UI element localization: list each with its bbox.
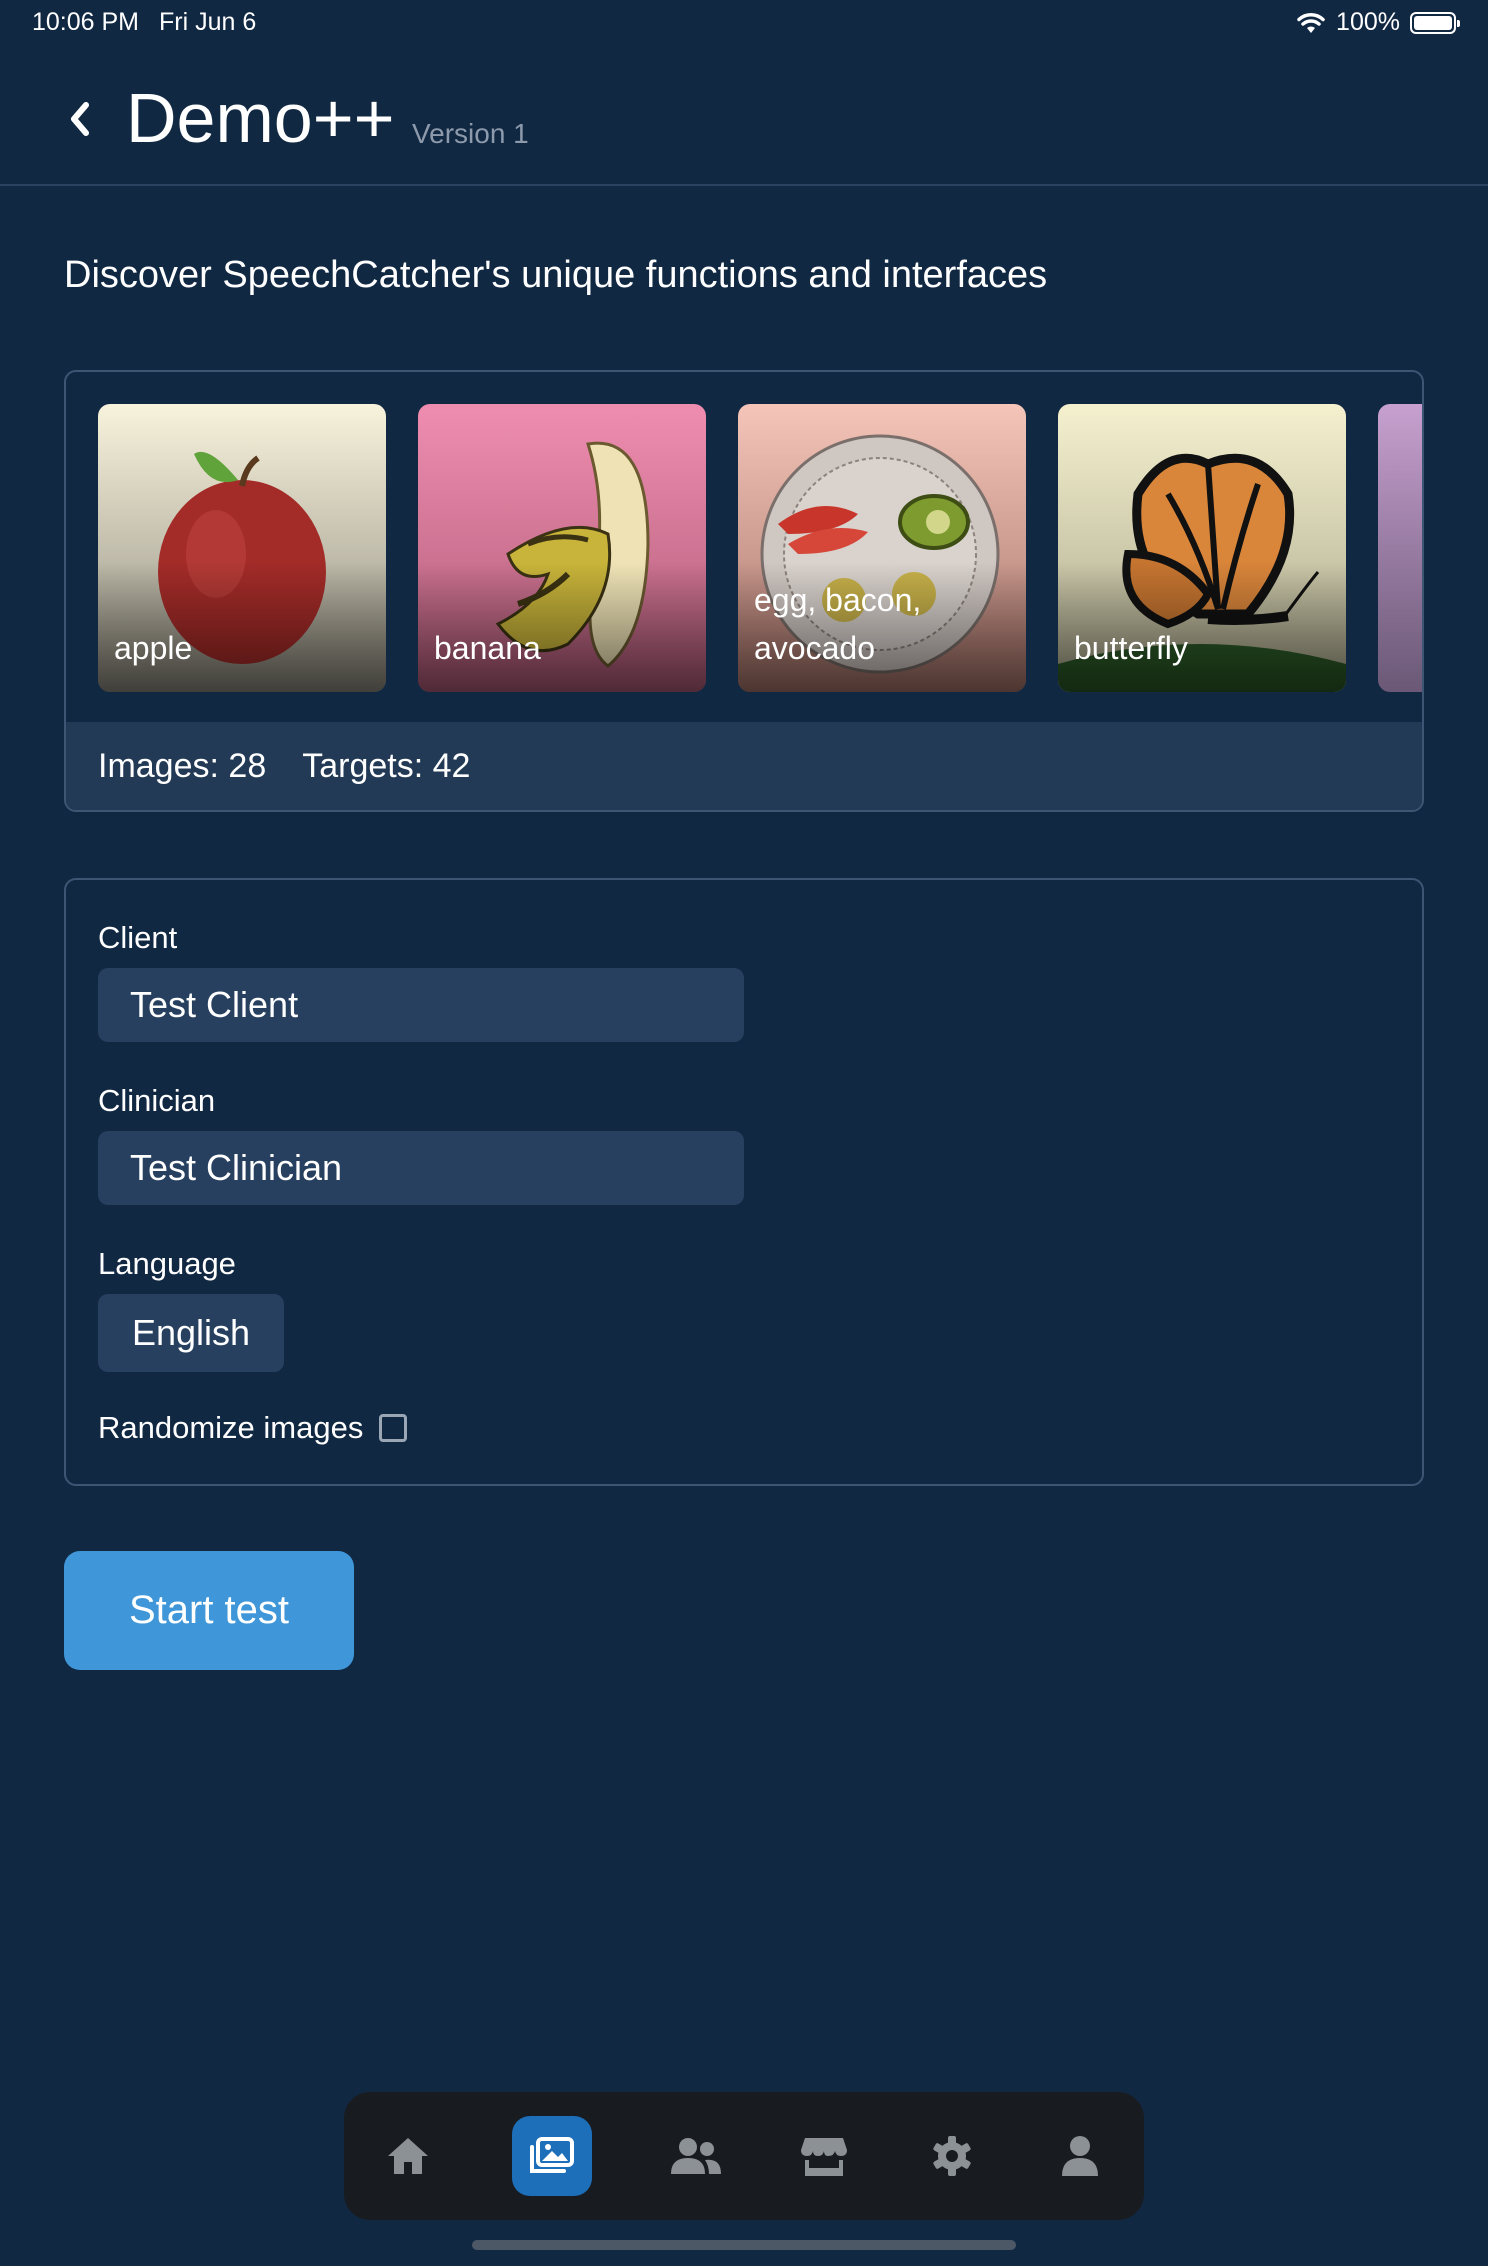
tile-label: butterfly bbox=[1074, 630, 1188, 666]
client-field[interactable]: Test Client bbox=[98, 968, 744, 1042]
tab-images[interactable] bbox=[512, 2116, 592, 2196]
battery-icon bbox=[1410, 11, 1460, 34]
targets-stat: Targets: 42 bbox=[302, 747, 470, 786]
battery-percent: 100% bbox=[1336, 8, 1400, 36]
tab-home[interactable] bbox=[368, 2116, 448, 2196]
store-icon bbox=[801, 2138, 847, 2176]
images-stat: Images: 28 bbox=[98, 747, 266, 786]
gear-icon bbox=[933, 2136, 971, 2176]
image-tile-apple[interactable]: apple bbox=[98, 404, 386, 692]
image-tile-butterfly[interactable]: butterfly bbox=[1058, 404, 1346, 692]
images-count: 28 bbox=[228, 746, 267, 785]
tab-bar bbox=[344, 2092, 1144, 2220]
page-title: Demo++ bbox=[126, 79, 395, 157]
image-tile-egg-bacon-avocado[interactable]: egg, bacon, avocado bbox=[738, 404, 1026, 692]
header-divider bbox=[0, 184, 1488, 186]
tab-profile[interactable] bbox=[1040, 2116, 1120, 2196]
status-time: 10:06 PM bbox=[32, 8, 140, 36]
client-label: Client bbox=[98, 920, 178, 955]
tab-users[interactable] bbox=[656, 2116, 736, 2196]
randomize-images-row[interactable]: Randomize images bbox=[98, 1410, 408, 1446]
clinician-field[interactable]: Test Clinician bbox=[98, 1131, 744, 1205]
tile-label: apple bbox=[114, 630, 193, 666]
home-indicator bbox=[472, 2240, 1016, 2250]
image-set-stats: Images: 28 Targets: 42 bbox=[66, 722, 1422, 810]
targets-count: 42 bbox=[432, 746, 471, 785]
tab-store[interactable] bbox=[784, 2116, 864, 2196]
page-subtitle: Discover SpeechCatcher's unique function… bbox=[64, 254, 1048, 296]
status-right: 100% bbox=[1296, 8, 1460, 37]
randomize-images-label: Randomize images bbox=[98, 1410, 364, 1445]
image-tile-banana[interactable]: banana bbox=[418, 404, 706, 692]
language-label: Language bbox=[98, 1246, 236, 1281]
session-settings-card: Client Test Client Clinician Test Clinic… bbox=[64, 878, 1424, 1486]
image-tile-partial[interactable] bbox=[1378, 404, 1422, 692]
wifi-icon bbox=[1297, 12, 1325, 33]
image-carousel[interactable]: apple banana egg, bacon, avocado butterf… bbox=[98, 404, 1422, 692]
chevron-left-icon bbox=[71, 102, 89, 136]
images-label: Images: bbox=[98, 746, 219, 785]
clinician-label: Clinician bbox=[98, 1083, 216, 1118]
images-icon bbox=[530, 2137, 574, 2173]
start-test-button[interactable]: Start test bbox=[64, 1551, 354, 1670]
tile-label: egg, bacon, avocado bbox=[754, 582, 922, 666]
user-icon bbox=[1062, 2136, 1098, 2176]
back-button[interactable] bbox=[60, 92, 100, 146]
tab-settings[interactable] bbox=[912, 2116, 992, 2196]
home-icon bbox=[388, 2138, 428, 2174]
status-date: Fri Jun 6 bbox=[159, 8, 257, 36]
targets-label: Targets: bbox=[302, 746, 424, 785]
language-select[interactable]: English bbox=[98, 1294, 285, 1372]
version-label: Version 1 bbox=[412, 118, 529, 149]
image-set-card[interactable]: apple banana egg, bacon, avocado butterf… bbox=[64, 370, 1424, 812]
randomize-images-checkbox[interactable] bbox=[379, 1414, 408, 1442]
tile-label: banana bbox=[434, 630, 541, 666]
users-icon bbox=[671, 2138, 721, 2174]
